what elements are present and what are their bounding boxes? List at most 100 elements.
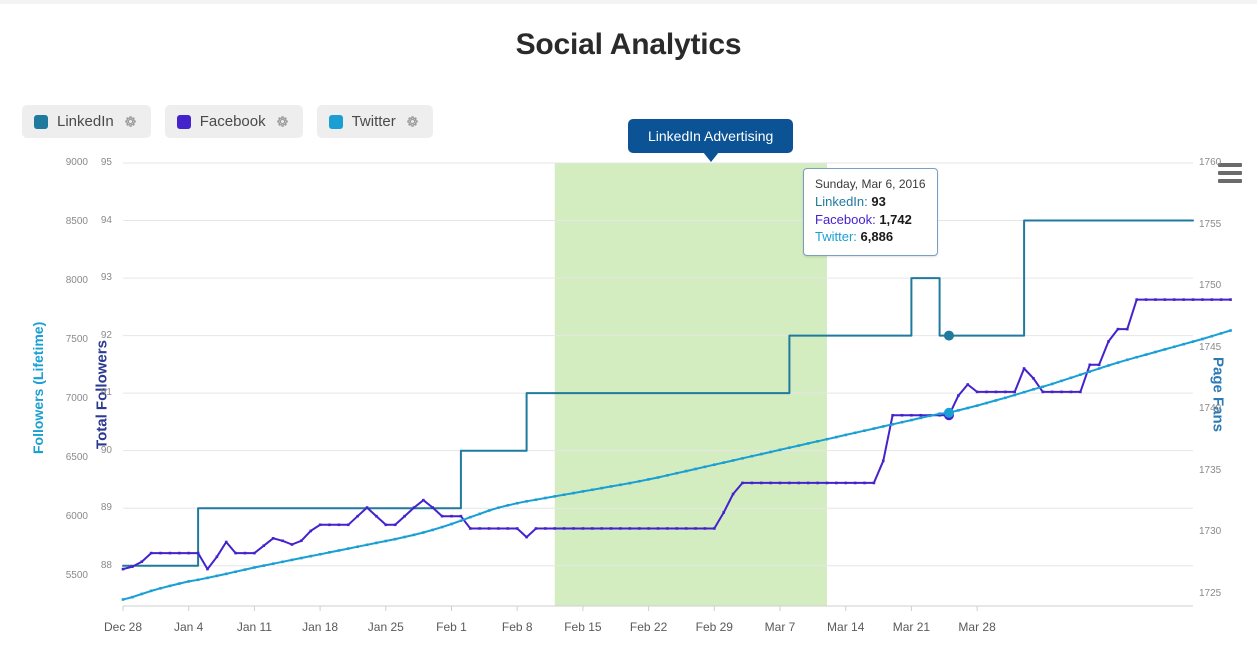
highlighted-point-linkedin[interactable]	[944, 331, 954, 341]
series-point	[816, 440, 819, 443]
series-point	[985, 391, 988, 394]
series-point	[647, 478, 650, 481]
series-point	[797, 444, 800, 447]
series-point	[140, 560, 143, 563]
series-point	[591, 527, 594, 530]
series-point	[882, 459, 885, 462]
series-point	[1079, 391, 1082, 394]
series-point	[713, 527, 716, 530]
tooltip-series-value: 93	[871, 194, 885, 209]
series-point	[1098, 364, 1101, 367]
series-point	[375, 515, 378, 518]
series-point	[732, 459, 735, 462]
series-point	[450, 515, 453, 518]
series-point	[366, 506, 369, 509]
series-point	[544, 527, 547, 530]
series-point	[816, 482, 819, 485]
tooltip-date: Sunday, Mar 6, 2016	[815, 176, 926, 192]
series-point	[835, 436, 838, 439]
series-point	[187, 580, 190, 583]
series-point	[516, 502, 519, 505]
series-point	[413, 534, 416, 537]
tooltip-series-name: Facebook:	[815, 212, 876, 227]
tooltip-series-name: LinkedIn:	[815, 194, 868, 209]
series-point	[206, 577, 209, 580]
series-point	[1079, 373, 1082, 376]
series-point	[760, 482, 763, 485]
series-point	[976, 391, 979, 394]
series-point	[582, 527, 585, 530]
series-point	[394, 523, 397, 526]
series-point	[610, 527, 613, 530]
series-point	[356, 545, 359, 548]
series-point	[281, 539, 284, 542]
series-point	[929, 415, 932, 418]
series-point	[262, 544, 265, 547]
series-point	[760, 453, 763, 456]
series-point	[403, 515, 406, 518]
series-point	[901, 421, 904, 424]
series-point	[1032, 388, 1035, 391]
series-point	[272, 537, 275, 540]
tooltip-row-facebook: Facebook: 1,742	[815, 211, 926, 229]
series-point	[328, 523, 331, 526]
series-point	[516, 527, 519, 530]
series-point	[1145, 353, 1148, 356]
series-point	[169, 552, 172, 555]
series-point	[572, 527, 575, 530]
series-point	[122, 598, 125, 601]
highlighted-point-twitter[interactable]	[944, 408, 954, 418]
series-point	[1051, 383, 1054, 386]
series-point	[826, 482, 829, 485]
series-point	[873, 482, 876, 485]
y-tick-label: 5500	[42, 570, 88, 581]
series-point	[159, 587, 162, 590]
series-point	[1004, 397, 1007, 400]
series-point	[704, 466, 707, 469]
series-point	[178, 582, 181, 585]
series-point	[610, 485, 613, 488]
series-point	[769, 482, 772, 485]
x-tick-label: Mar 28	[937, 620, 1017, 634]
series-point	[507, 527, 510, 530]
plot-band-label[interactable]: LinkedIn Advertising	[628, 119, 793, 153]
series-point	[835, 482, 838, 485]
series-point	[291, 543, 294, 546]
series-point	[1117, 328, 1120, 331]
series-point	[854, 432, 857, 435]
series-point	[1060, 391, 1063, 394]
y-tick-label: 1755	[1199, 219, 1245, 230]
series-point	[1201, 298, 1204, 301]
series-point	[882, 425, 885, 428]
series-point	[525, 536, 528, 539]
series-point	[431, 506, 434, 509]
series-point	[807, 442, 810, 445]
series-point	[788, 446, 791, 449]
series-point	[910, 414, 913, 417]
series-point	[957, 409, 960, 412]
series-point	[751, 482, 754, 485]
y-tick-label: 88	[66, 560, 112, 571]
series-point	[309, 530, 312, 533]
series-point	[1229, 329, 1232, 332]
series-point	[422, 531, 425, 534]
series-point	[225, 541, 228, 544]
series-point	[272, 562, 275, 565]
series-point	[535, 498, 538, 501]
series-point	[441, 515, 444, 518]
series-point	[422, 499, 425, 502]
series-point	[629, 527, 632, 530]
series-point	[1023, 367, 1026, 370]
series-point	[1070, 376, 1073, 379]
series-point	[1023, 391, 1026, 394]
series-point	[920, 417, 923, 420]
series-point	[150, 590, 153, 593]
series-point	[966, 407, 969, 410]
series-point	[1042, 391, 1045, 394]
series-point	[957, 394, 960, 397]
series-point	[788, 482, 791, 485]
series-point	[722, 511, 725, 514]
series-point	[582, 490, 585, 493]
series-point	[563, 493, 566, 496]
series-point	[844, 482, 847, 485]
